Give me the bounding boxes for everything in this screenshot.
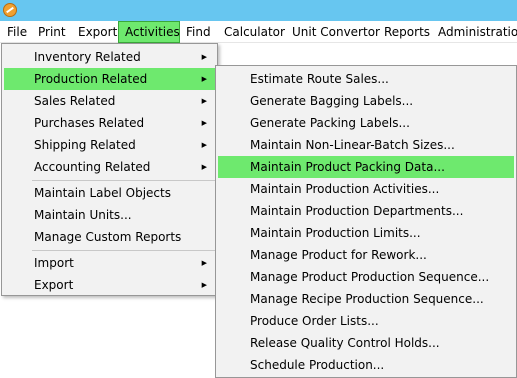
menu-activities[interactable]: Activities <box>118 21 180 43</box>
menu-item-maintain-product-packing-data[interactable]: Maintain Product Packing Data... <box>218 156 514 178</box>
menu-item-generate-packing-labels[interactable]: Generate Packing Labels... <box>218 112 514 134</box>
menu-item-estimate-route-sales[interactable]: Estimate Route Sales... <box>218 68 514 90</box>
menu-item-inventory-related[interactable]: Inventory Related ▶ <box>4 46 215 68</box>
menu-item-label: Inventory Related <box>34 50 141 64</box>
menu-item-manage-product-for-rework[interactable]: Manage Product for Rework... <box>218 244 514 266</box>
menu-item-import[interactable]: Import ▶ <box>4 252 215 274</box>
menu-item-maintain-production-departments[interactable]: Maintain Production Departments... <box>218 200 514 222</box>
menu-item-label: Accounting Related <box>34 160 151 174</box>
menu-separator <box>32 250 215 251</box>
submenu-arrow-icon: ▶ <box>201 119 207 127</box>
submenu-arrow-icon: ▶ <box>201 97 207 105</box>
submenu-arrow-icon: ▶ <box>201 281 207 289</box>
menu-file[interactable]: File <box>4 21 30 43</box>
menu-item-sales-related[interactable]: Sales Related ▶ <box>4 90 215 112</box>
submenu-arrow-icon: ▶ <box>201 75 207 83</box>
menu-item-label: Export <box>34 278 74 292</box>
menu-item-manage-product-production-sequence[interactable]: Manage Product Production Sequence... <box>218 266 514 288</box>
title-bar <box>0 0 517 21</box>
menu-item-label: Production Related <box>34 72 148 86</box>
menu-item-produce-order-lists[interactable]: Produce Order Lists... <box>218 310 514 332</box>
menu-item-accounting-related[interactable]: Accounting Related ▶ <box>4 156 215 178</box>
menu-item-label: Shipping Related <box>34 138 136 152</box>
menu-calculator[interactable]: Calculator <box>221 21 288 43</box>
menu-item-manage-recipe-production-sequence[interactable]: Manage Recipe Production Sequence... <box>218 288 514 310</box>
menu-separator <box>32 180 215 181</box>
menu-item-purchases-related[interactable]: Purchases Related ▶ <box>4 112 215 134</box>
menu-item-label: Manage Custom Reports <box>34 230 182 244</box>
menu-unit-convertor[interactable]: Unit Convertor <box>289 21 383 43</box>
menu-item-schedule-production[interactable]: Schedule Production... <box>218 354 514 376</box>
menu-reports[interactable]: Reports <box>381 21 433 43</box>
menu-bar: File Print Export Activities Find Calcul… <box>0 21 517 43</box>
menu-find[interactable]: Find <box>183 21 214 43</box>
submenu-arrow-icon: ▶ <box>201 53 207 61</box>
menu-item-maintain-production-limits[interactable]: Maintain Production Limits... <box>218 222 514 244</box>
activities-dropdown: Inventory Related ▶ Production Related ▶… <box>1 43 218 296</box>
submenu-arrow-icon: ▶ <box>201 163 207 171</box>
menu-print[interactable]: Print <box>35 21 69 43</box>
menu-item-export[interactable]: Export ▶ <box>4 274 215 296</box>
menu-item-release-quality-control-holds[interactable]: Release Quality Control Holds... <box>218 332 514 354</box>
menu-item-maintain-units[interactable]: Maintain Units... <box>4 204 215 226</box>
menu-item-generate-bagging-labels[interactable]: Generate Bagging Labels... <box>218 90 514 112</box>
menu-item-label: Sales Related <box>34 94 116 108</box>
menu-export[interactable]: Export <box>75 21 120 43</box>
menu-item-maintain-non-linear-batch-sizes[interactable]: Maintain Non-Linear-Batch Sizes... <box>218 134 514 156</box>
app-logo-icon[interactable] <box>3 3 17 17</box>
menu-item-label: Import <box>34 256 74 270</box>
submenu-arrow-icon: ▶ <box>201 259 207 267</box>
menu-item-label: Maintain Label Objects <box>34 186 171 200</box>
menu-item-manage-custom-reports[interactable]: Manage Custom Reports <box>4 226 215 248</box>
submenu-arrow-icon: ▶ <box>201 141 207 149</box>
menu-item-label: Purchases Related <box>34 116 145 130</box>
menu-item-production-related[interactable]: Production Related ▶ <box>4 68 215 90</box>
menu-item-shipping-related[interactable]: Shipping Related ▶ <box>4 134 215 156</box>
menu-item-label: Maintain Units... <box>34 208 132 222</box>
menu-item-maintain-label-objects[interactable]: Maintain Label Objects <box>4 182 215 204</box>
production-submenu: Estimate Route Sales... Generate Bagging… <box>215 65 517 378</box>
menu-administration[interactable]: Administration <box>435 21 517 43</box>
menu-item-maintain-production-activities[interactable]: Maintain Production Activities... <box>218 178 514 200</box>
